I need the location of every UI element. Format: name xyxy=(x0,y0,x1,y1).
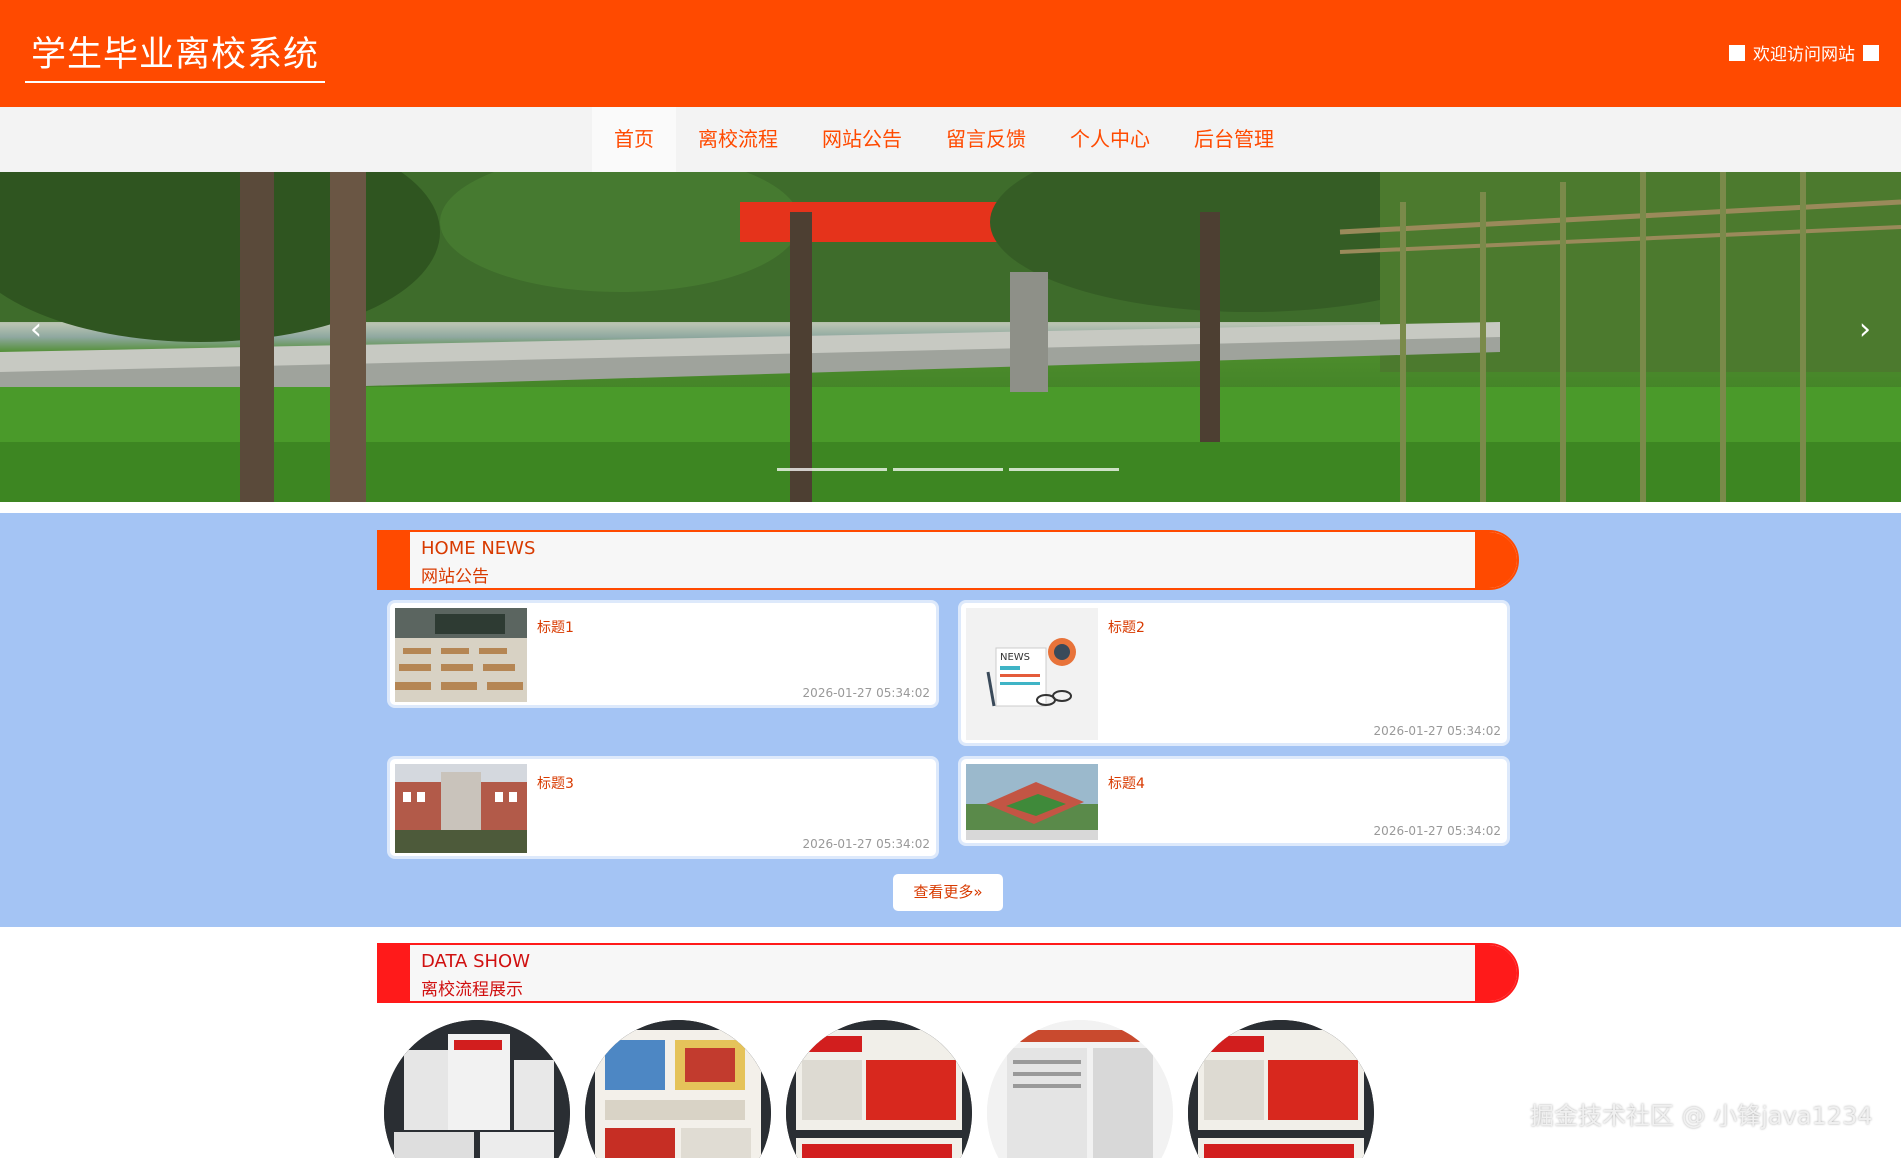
data-show-item[interactable] xyxy=(384,1020,570,1158)
view-more-button[interactable]: 查看更多» xyxy=(893,874,1003,911)
nav-item-announcements[interactable]: 网站公告 xyxy=(800,107,924,172)
news-thumbnail: NEWS xyxy=(966,608,1098,740)
banner-carousel: ‹ › xyxy=(0,172,1901,502)
view-more-label: 查看更多 xyxy=(913,883,974,901)
news-title: 标题3 xyxy=(537,776,574,792)
carousel-dot[interactable] xyxy=(1009,468,1119,471)
main-nav: 首页 离校流程 网站公告 留言反馈 个人中心 后台管理 xyxy=(0,107,1901,172)
data-show-item[interactable] xyxy=(786,1020,972,1158)
data-show-heading-cn: 离校流程展示 xyxy=(421,980,523,1000)
news-time: 2026-01-27 05:34:02 xyxy=(1373,824,1501,838)
news-title: 标题4 xyxy=(1108,776,1145,792)
banner-image xyxy=(0,172,1901,502)
svg-text:NEWS: NEWS xyxy=(1000,652,1030,663)
data-show-header: DATA SHOW 离校流程展示 xyxy=(377,943,1519,1003)
data-show-item[interactable] xyxy=(987,1020,1173,1158)
square-icon xyxy=(1863,44,1879,61)
site-title[interactable]: 学生毕业离校系统 xyxy=(25,26,326,83)
carousel-dot[interactable] xyxy=(777,468,887,471)
news-card[interactable]: 标题3 2026-01-27 05:34:02 xyxy=(387,756,939,859)
news-thumbnail xyxy=(395,608,527,702)
news-time: 2026-01-27 05:34:02 xyxy=(1373,724,1501,738)
header-accent-right xyxy=(1475,532,1517,588)
data-show-gallery xyxy=(384,1020,1384,1158)
nav-items: 首页 离校流程 网站公告 留言反馈 个人中心 后台管理 xyxy=(592,107,1296,172)
watermark: 掘金技术社区 @ 小锋java1234 xyxy=(1530,1102,1873,1130)
next-slide-icon[interactable]: › xyxy=(1859,312,1871,347)
site-header: 学生毕业离校系统 欢迎访问网站 xyxy=(0,0,1901,107)
news-time: 2026-01-27 05:34:02 xyxy=(802,686,930,700)
double-chevron-right-icon: » xyxy=(973,883,983,901)
news-card[interactable]: 标题1 2026-01-27 05:34:02 xyxy=(387,600,939,708)
header-accent-left xyxy=(379,945,410,1001)
welcome-banner: 欢迎访问网站 xyxy=(1729,40,1879,65)
nav-item-profile[interactable]: 个人中心 xyxy=(1048,107,1172,172)
carousel-indicators xyxy=(777,468,1119,471)
news-card[interactable]: NEWS 标题2 2026-01-27 05:34:02 xyxy=(958,600,1510,746)
news-heading-cn: 网站公告 xyxy=(421,567,489,587)
news-card[interactable]: 标题4 2026-01-27 05:34:02 xyxy=(958,756,1510,846)
data-show-heading-en: DATA SHOW xyxy=(421,951,531,972)
data-show-item[interactable] xyxy=(585,1020,771,1158)
nav-item-admin[interactable]: 后台管理 xyxy=(1172,107,1296,172)
news-section-header: HOME NEWS 网站公告 xyxy=(377,530,1519,590)
news-time: 2026-01-27 05:34:02 xyxy=(802,837,930,851)
nav-item-feedback[interactable]: 留言反馈 xyxy=(924,107,1048,172)
header-accent-right xyxy=(1475,945,1517,1001)
nav-item-home[interactable]: 首页 xyxy=(592,107,676,172)
welcome-text: 欢迎访问网站 xyxy=(1753,45,1855,65)
news-heading-en: HOME NEWS xyxy=(421,538,536,559)
data-show-item[interactable] xyxy=(1188,1020,1374,1158)
news-thumbnail xyxy=(395,764,527,853)
square-icon xyxy=(1729,44,1745,61)
prev-slide-icon[interactable]: ‹ xyxy=(30,312,42,347)
news-title: 标题1 xyxy=(537,620,574,636)
header-accent-left xyxy=(379,532,410,588)
nav-item-leave-process[interactable]: 离校流程 xyxy=(676,107,800,172)
carousel-dot[interactable] xyxy=(893,468,1003,471)
news-thumbnail xyxy=(966,764,1098,840)
news-title: 标题2 xyxy=(1108,620,1145,636)
